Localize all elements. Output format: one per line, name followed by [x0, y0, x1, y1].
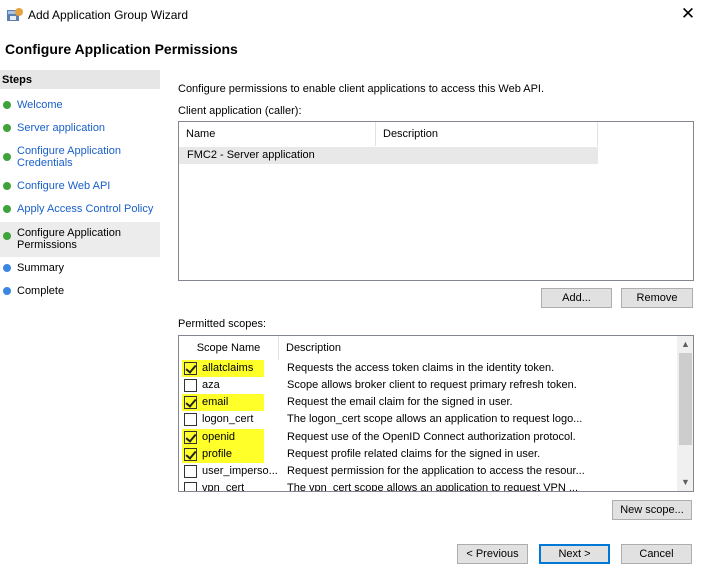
- list-item[interactable]: email Request the email claim for the si…: [179, 394, 677, 411]
- step-pending-dot-icon: [3, 287, 11, 295]
- scope-checkbox[interactable]: [184, 465, 197, 478]
- scope-checkbox[interactable]: [184, 396, 197, 409]
- scope-description: Request the email claim for the signed i…: [287, 396, 513, 408]
- scope-checkbox[interactable]: [184, 362, 197, 375]
- step-done-dot-icon: [3, 101, 11, 109]
- scope-description: Requests the access token claims in the …: [287, 362, 555, 374]
- app-group-icon: [7, 8, 23, 21]
- scroll-down-icon[interactable]: ▼: [677, 474, 693, 491]
- list-item[interactable]: aza Scope allows broker client to reques…: [179, 377, 677, 394]
- steps-title: Steps: [0, 70, 160, 89]
- scope-name: logon_cert: [202, 413, 254, 425]
- scope-name: profile: [202, 448, 232, 460]
- step-label: Summary: [17, 262, 65, 274]
- column-header-scope-name[interactable]: Scope Name: [179, 336, 279, 360]
- list-item[interactable]: user_imperso... Request permission for t…: [179, 463, 677, 480]
- scope-name: vpn_cert: [202, 482, 245, 492]
- client-application-list[interactable]: Name Description FMC2 - Server applicati…: [178, 121, 694, 281]
- column-header-name[interactable]: Name: [179, 122, 376, 146]
- intro-text: Configure permissions to enable client a…: [178, 83, 545, 95]
- step-label: Configure Application Credentials: [17, 145, 121, 169]
- scope-checkbox[interactable]: [184, 379, 197, 392]
- scope-description: Request use of the OpenID Connect author…: [287, 431, 576, 443]
- list-item[interactable]: openid Request use of the OpenID Connect…: [179, 429, 677, 446]
- step-configure-application-credentials[interactable]: Configure Application Credentials: [0, 143, 160, 171]
- step-done-dot-icon: [3, 232, 11, 240]
- column-header-description[interactable]: Description: [286, 336, 341, 360]
- scope-description: Scope allows broker client to request pr…: [287, 379, 577, 391]
- client-application-label: Client application (caller):: [178, 105, 302, 117]
- permitted-scopes-label: Permitted scopes:: [178, 318, 267, 330]
- list-item[interactable]: profile Request profile related claims f…: [179, 446, 677, 463]
- scope-name: aza: [202, 379, 220, 391]
- remove-button[interactable]: Remove: [621, 288, 693, 308]
- table-row[interactable]: FMC2 - Server application: [179, 147, 598, 164]
- add-button[interactable]: Add...: [541, 288, 612, 308]
- step-done-dot-icon: [3, 124, 11, 132]
- step-done-dot-icon: [3, 153, 11, 161]
- step-label: Configure Web API: [17, 180, 111, 192]
- list-item[interactable]: vpn_cert The vpn_cert scope allows an ap…: [179, 480, 677, 492]
- scrollbar-thumb[interactable]: [679, 353, 692, 445]
- scope-checkbox[interactable]: [184, 431, 197, 444]
- step-welcome[interactable]: Welcome: [0, 98, 160, 112]
- cancel-button[interactable]: Cancel: [621, 544, 692, 564]
- scope-checkbox[interactable]: [184, 448, 197, 461]
- scope-name: email: [202, 396, 229, 408]
- step-configure-web-api[interactable]: Configure Web API: [0, 179, 160, 193]
- previous-button[interactable]: < Previous: [457, 544, 528, 564]
- step-summary: Summary: [0, 261, 160, 275]
- scope-description: Request profile related claims for the s…: [287, 448, 541, 460]
- scope-checkbox[interactable]: [184, 482, 197, 491]
- steps-pane: Steps Welcome Server application Configu…: [0, 70, 160, 572]
- permitted-scopes-list[interactable]: Scope Name Description allatclaims Reque…: [178, 335, 694, 492]
- column-header-description[interactable]: Description: [376, 122, 598, 146]
- step-server-application[interactable]: Server application: [0, 121, 160, 135]
- new-scope-button[interactable]: New scope...: [612, 500, 692, 520]
- step-label: Server application: [17, 122, 106, 134]
- scope-name: allatclaims: [202, 362, 254, 374]
- step-pending-dot-icon: [3, 264, 11, 272]
- title-bar: Add Application Group Wizard ✕: [0, 0, 703, 30]
- step-done-dot-icon: [3, 182, 11, 190]
- next-button[interactable]: Next >: [539, 544, 610, 564]
- scope-name: openid: [202, 431, 236, 443]
- scope-description: Request permission for the application t…: [287, 465, 585, 477]
- window-title: Add Application Group Wizard: [28, 8, 189, 22]
- step-apply-access-control-policy[interactable]: Apply Access Control Policy: [0, 202, 160, 216]
- scope-description: The logon_cert scope allows an applicati…: [287, 413, 583, 425]
- step-complete: Complete: [0, 284, 160, 298]
- close-icon[interactable]: ✕: [676, 3, 700, 25]
- scope-checkbox[interactable]: [184, 413, 197, 426]
- step-label: Welcome: [17, 99, 63, 111]
- step-label: Complete: [17, 285, 65, 297]
- scope-description: The vpn_cert scope allows an application…: [287, 482, 579, 492]
- vertical-scrollbar[interactable]: ▲ ▼: [677, 336, 693, 491]
- page-title: Configure Application Permissions: [5, 41, 238, 57]
- scope-name: user_imperso...: [202, 465, 278, 477]
- scroll-up-icon[interactable]: ▲: [677, 336, 693, 353]
- step-label: Configure Application Permissions: [17, 227, 121, 251]
- list-item[interactable]: allatclaims Requests the access token cl…: [179, 360, 677, 377]
- step-configure-application-permissions: Configure Application Permissions: [0, 222, 160, 257]
- step-done-dot-icon: [3, 205, 11, 213]
- list-item[interactable]: logon_cert The logon_cert scope allows a…: [179, 411, 677, 428]
- step-label: Apply Access Control Policy: [17, 203, 154, 215]
- client-name: FMC2 - Server application: [187, 149, 315, 161]
